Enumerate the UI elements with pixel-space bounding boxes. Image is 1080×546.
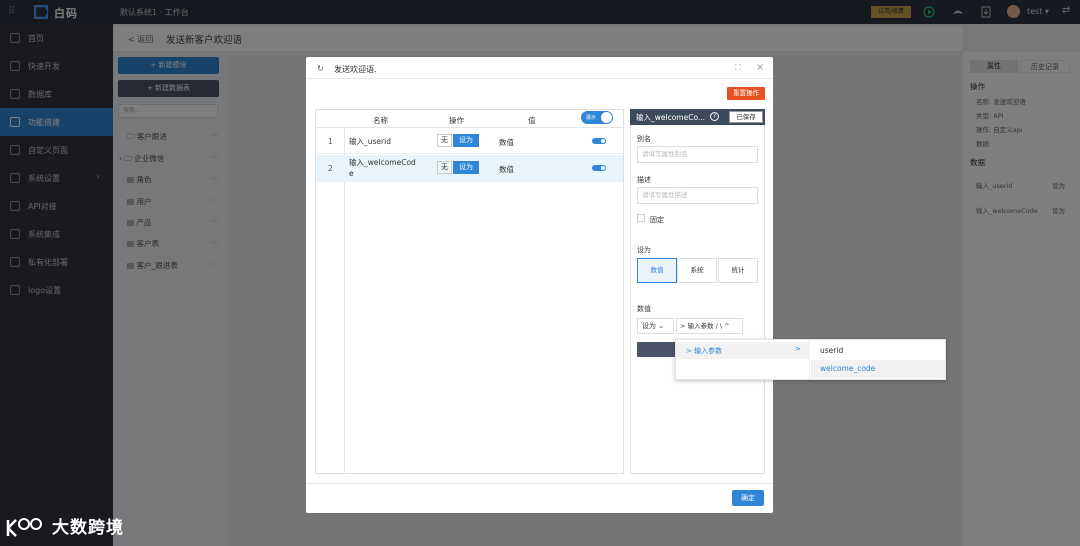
set-button[interactable]: 设为 [453, 134, 479, 147]
refresh-icon[interactable]: ↻ [317, 64, 324, 73]
table-row[interactable]: 2 输入_welcomeCode 无 设为 数值 [316, 155, 623, 182]
help-icon[interactable]: ? [710, 112, 719, 121]
ok-button[interactable]: 确定 [732, 490, 764, 506]
desc-label: 描述 [637, 176, 651, 184]
close-icon[interactable]: × [756, 62, 764, 73]
reset-operation-button[interactable]: 重置操作 [727, 87, 765, 100]
row-toggle[interactable] [592, 138, 606, 144]
column-header-op: 操作 [449, 116, 464, 125]
column-header-name: 名称 [373, 116, 388, 125]
none-button[interactable]: 无 [437, 161, 452, 174]
watermark-text: 大数跨境 [52, 518, 124, 538]
seg-stats[interactable]: 统计 [718, 258, 758, 283]
modal-title: 发送欢迎语. [334, 65, 377, 74]
cascader-option-welcome-code[interactable]: welcome_code [820, 364, 875, 373]
seg-system[interactable]: 系统 [677, 258, 717, 283]
seg-value[interactable]: 数值 [637, 258, 677, 283]
fullscreen-icon[interactable]: ⛶ [735, 63, 741, 73]
fixed-checkbox[interactable] [637, 214, 645, 222]
chevron-right-icon: > [795, 345, 801, 353]
table-row[interactable]: 1 输入_userid 无 设为 数值 [316, 128, 623, 154]
row-toggle[interactable] [592, 165, 606, 171]
param-properties [630, 109, 765, 474]
saved-button[interactable]: 已保存 [729, 111, 763, 123]
param-select[interactable]: > 输入参数 / \ ^ [676, 318, 743, 334]
table-header [315, 109, 624, 128]
setas-label: 设为 [637, 246, 651, 254]
param-title: 输入_welcomeCo... [636, 113, 706, 122]
setas-select[interactable]: 设为 ⌄ [637, 318, 674, 334]
alias-input[interactable]: 请填写属性别名 [637, 146, 758, 163]
alias-label: 别名 [637, 135, 651, 143]
fixed-label: 固定 [650, 216, 664, 224]
column-header-value: 值 [528, 116, 536, 125]
set-button[interactable]: 设为 [453, 161, 479, 174]
none-button[interactable]: 无 [437, 134, 452, 147]
cascader-group-label: > 输入参数 [686, 347, 723, 355]
num-label: 数值 [637, 305, 651, 313]
desc-input[interactable]: 请填写属性描述 [637, 187, 758, 204]
cascader-option-userid[interactable]: userid [820, 346, 843, 355]
show-toggle[interactable]: 展示 [581, 111, 613, 124]
modal-footer-divider [306, 483, 773, 484]
